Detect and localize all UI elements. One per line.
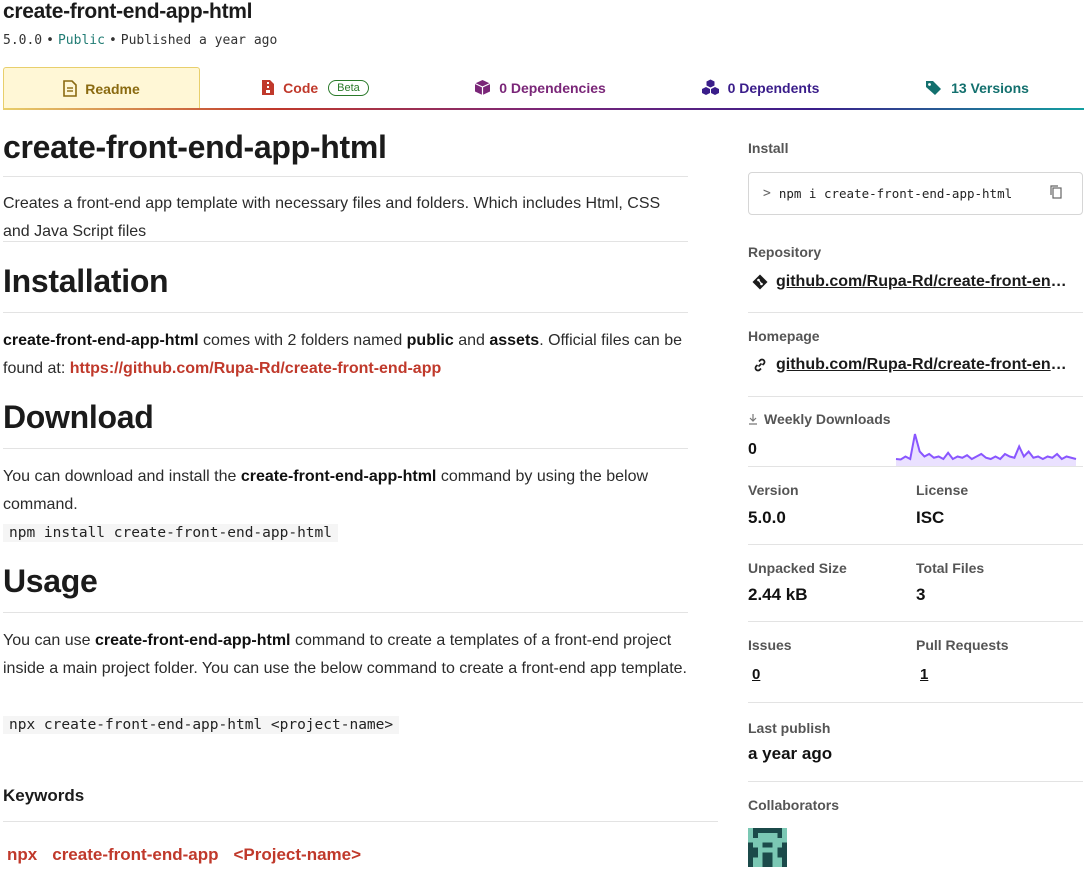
git-icon: [752, 274, 768, 290]
repository-url: github.com/Rupa-Rd/create-front-end-...: [776, 273, 1076, 290]
total-files-value: 3: [916, 585, 926, 604]
last-publish-value: a year ago: [748, 744, 833, 763]
divider: [748, 544, 1083, 545]
install-command-box[interactable]: > npm i create-front-end-app-html: [748, 172, 1083, 215]
divider: [748, 466, 1083, 467]
usage-heading: Usage: [3, 563, 98, 599]
github-link[interactable]: https://github.com/Rupa-Rd/create-front-…: [70, 360, 442, 377]
version-label: Version: [748, 482, 799, 498]
download-paragraph: You can download and install the create-…: [3, 463, 688, 519]
pull-requests-count-link[interactable]: 1: [920, 666, 928, 683]
package-tabs: Readme Code Beta 0 Dependencies 0 Depend…: [3, 67, 1084, 110]
divider: [3, 448, 688, 449]
package-title: create-front-end-app-html: [3, 0, 253, 23]
total-files-label: Total Files: [916, 560, 985, 576]
weekly-downloads-value: 0: [748, 441, 757, 458]
download-icon: [749, 414, 757, 425]
text: You can download and install the: [3, 468, 241, 485]
code-file-icon: [262, 80, 275, 95]
collaborator-avatar[interactable]: [748, 828, 787, 867]
divider: [3, 241, 688, 242]
homepage-label: Homepage: [748, 328, 820, 344]
divider: [3, 312, 688, 313]
tab-versions-label: 13 Versions: [951, 79, 1029, 96]
tab-dependencies-label: 0 Dependencies: [499, 79, 606, 96]
usage-paragraph: You can use create-front-end-app-html co…: [3, 627, 688, 683]
license-value: ISC: [916, 508, 945, 527]
text: You can use: [3, 632, 95, 649]
tab-code[interactable]: Code Beta: [200, 67, 430, 108]
divider: [3, 612, 688, 613]
divider: [748, 781, 1083, 782]
unpacked-size-label: Unpacked Size: [748, 560, 847, 576]
weekly-downloads-text: Weekly Downloads: [764, 411, 891, 427]
homepage-url: github.com/Rupa-Rd/create-front-end-...: [776, 356, 1076, 373]
keywords-list: npx create-front-end-app <Project-name>: [7, 845, 361, 865]
tab-dependents[interactable]: 0 Dependents: [650, 67, 870, 108]
weekly-downloads-label: Weekly Downloads: [748, 411, 891, 427]
divider: [748, 396, 1083, 397]
copy-icon[interactable]: [1050, 185, 1062, 199]
download-code: npm install create-front-end-app-html: [3, 524, 339, 542]
homepage-link[interactable]: github.com/Rupa-Rd/create-front-end-...: [752, 356, 1076, 374]
readme-intro: Creates a front-end app template with ne…: [3, 195, 661, 240]
install-label: Install: [748, 140, 789, 156]
cubes-icon: [701, 79, 719, 95]
package-meta: 5.0.0 • Public • Published a year ago: [3, 33, 278, 48]
divider: [748, 621, 1083, 622]
keyword-link[interactable]: create-front-end-app: [52, 845, 218, 865]
tab-readme[interactable]: Readme: [3, 67, 200, 109]
divider: [3, 176, 688, 177]
unpacked-size-value: 2.44 kB: [748, 585, 808, 604]
prompt-icon: >: [763, 186, 771, 201]
cube-icon: [474, 80, 491, 95]
issues-label: Issues: [748, 637, 792, 653]
divider: [3, 821, 718, 822]
tab-dependencies[interactable]: 0 Dependencies: [430, 67, 650, 108]
tab-readme-label: Readme: [85, 80, 140, 97]
link-icon: [754, 358, 766, 372]
collaborators-label: Collaborators: [748, 797, 840, 813]
pull-requests-label: Pull Requests: [916, 637, 1009, 653]
installation-heading: Installation: [3, 263, 169, 299]
readme-title: create-front-end-app-html: [3, 129, 387, 165]
version-value: 5.0.0: [748, 508, 786, 527]
sparkline-line: [895, 433, 1077, 461]
download-heading: Download: [3, 399, 154, 435]
usage-code: npx create-front-end-app-html <project-n…: [3, 716, 400, 734]
version-text: 5.0.0: [3, 33, 43, 48]
beta-badge: Beta: [328, 79, 369, 96]
visibility-badge: Public: [57, 33, 105, 48]
readme-doc-icon: [63, 80, 78, 97]
tab-versions[interactable]: 13 Versions: [870, 67, 1084, 108]
tags-icon: [926, 80, 942, 95]
tabs-underline: [3, 108, 1084, 110]
text: and: [453, 332, 490, 349]
divider: [748, 702, 1083, 703]
bold-package-name: create-front-end-app-html: [3, 332, 199, 349]
bold-package-name: create-front-end-app-html: [94, 632, 291, 649]
installation-paragraph: create-front-end-app-html comes with 2 f…: [3, 327, 688, 383]
issues-count-link[interactable]: 0: [752, 666, 760, 683]
weekly-downloads-sparkline: [895, 433, 1077, 466]
license-label: License: [916, 482, 969, 498]
divider: [748, 312, 1083, 313]
bold-assets: assets: [489, 332, 540, 349]
text: comes with 2 folders named: [198, 332, 407, 349]
published-text: Published a year ago: [120, 33, 278, 48]
keyword-link[interactable]: <Project-name>: [233, 845, 361, 865]
repository-label: Repository: [748, 244, 822, 260]
tab-code-label: Code: [283, 79, 319, 96]
bold-package-name: create-front-end-app-html: [240, 468, 437, 485]
sparkline-area: [896, 434, 1076, 466]
install-command: npm i create-front-end-app-html: [778, 186, 1013, 201]
bold-public: public: [406, 332, 454, 349]
last-publish-label: Last publish: [748, 720, 831, 736]
keywords-heading: Keywords: [3, 786, 85, 805]
repository-link[interactable]: github.com/Rupa-Rd/create-front-end-...: [752, 273, 1076, 291]
keyword-link[interactable]: npx: [7, 845, 37, 865]
tab-dependents-label: 0 Dependents: [727, 79, 820, 96]
